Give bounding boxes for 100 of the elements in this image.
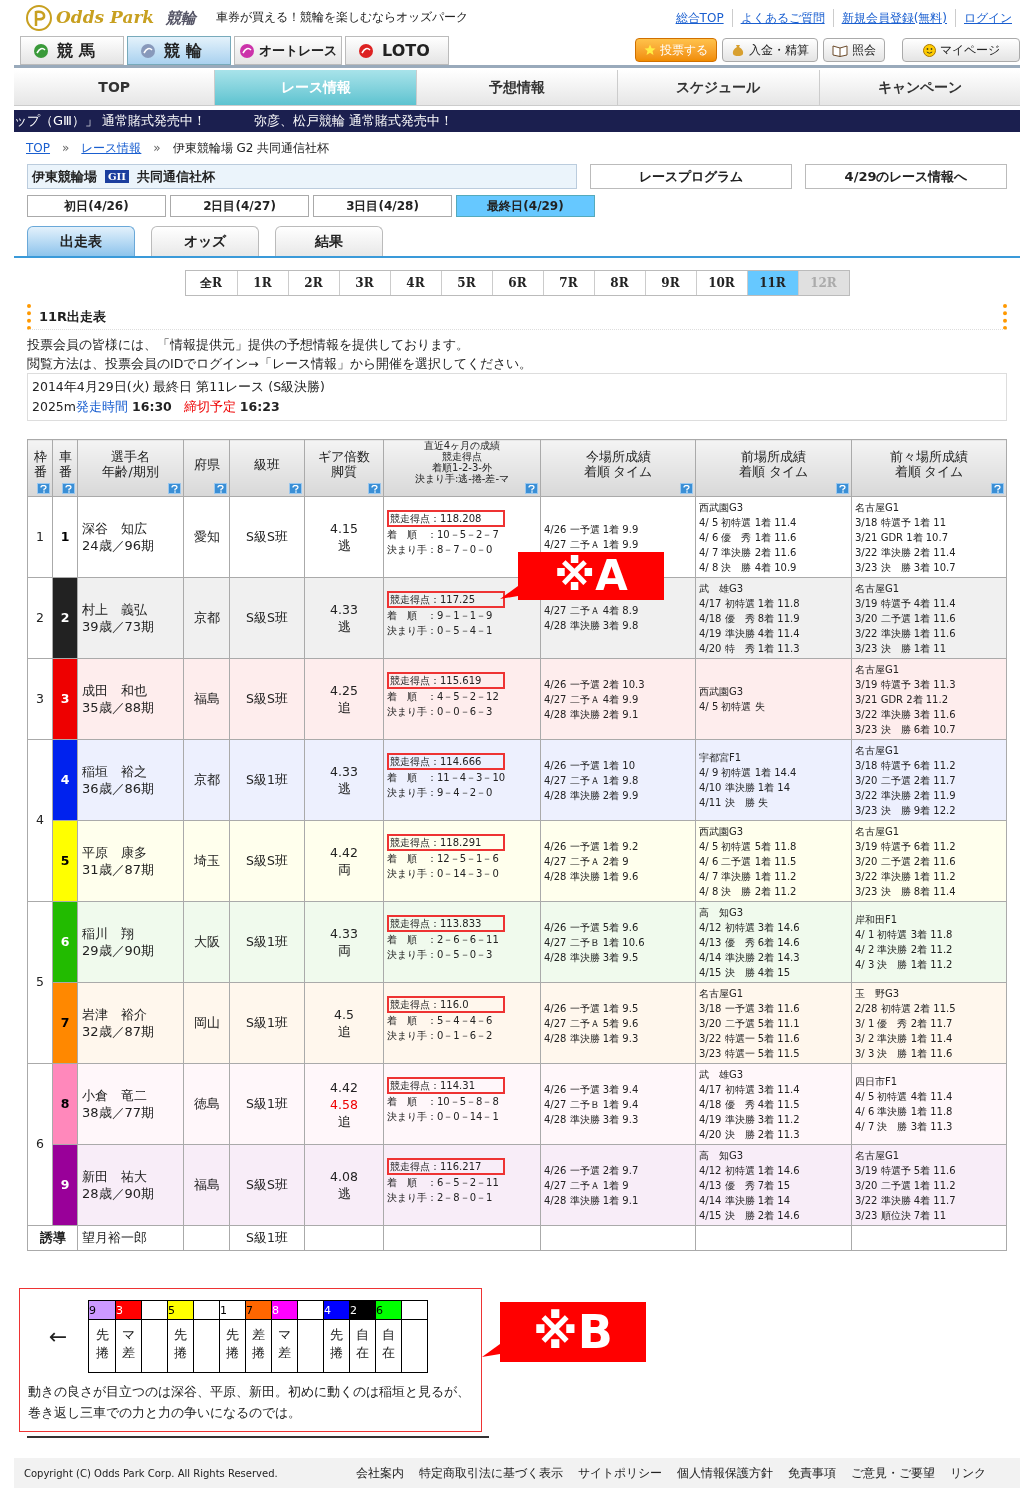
prefecture-cell: 大阪 xyxy=(183,901,230,983)
action-button[interactable]: マイページ xyxy=(902,38,1020,62)
footer-link[interactable]: 特定商取引法に基づく表示 xyxy=(418,1464,563,1482)
help-icon[interactable] xyxy=(680,483,693,494)
frame-number-cell: 3 xyxy=(27,658,53,740)
gear-cell: 4.5 追 xyxy=(304,982,384,1064)
ticker-text: ップ（GⅢ）」 通常賭式発売中！ xyxy=(14,112,207,131)
sport-tab[interactable]: 競 輪 xyxy=(127,36,231,65)
results-cell: 岸和田F1 4/ 1 初特選 3着 11.8 4/ 2 準決勝 2着 11.2 4/ 3 決 勝 1着 11.2 xyxy=(851,901,1007,983)
breadcrumb-separator: » xyxy=(153,140,161,157)
results-cell: 西武園G3 4/ 5 初特選 失 xyxy=(695,658,852,740)
nav-tab[interactable]: キャンペーン xyxy=(818,70,1021,105)
help-icon[interactable] xyxy=(525,483,538,494)
riding-style-text: 差捲 xyxy=(252,1326,265,1363)
help-icon[interactable] xyxy=(168,483,181,494)
class-cell: S級1班 xyxy=(229,1063,305,1145)
header-link[interactable]: よくあるご質問 xyxy=(731,9,833,27)
breadcrumb-link[interactable]: レース情報 xyxy=(81,139,142,157)
car-number-chip: 9 xyxy=(89,1301,115,1320)
nav-tab[interactable]: TOP xyxy=(14,70,215,105)
rider-name-cell: 村上 義弘 39歳／73期 xyxy=(77,577,184,659)
car-number-cell: 7 xyxy=(52,982,78,1064)
prefecture-cell: 京都 xyxy=(183,577,230,659)
riding-style-text: 自在 xyxy=(382,1326,395,1363)
help-icon[interactable] xyxy=(836,483,849,494)
action-button[interactable]: 照会 xyxy=(823,38,885,62)
results-cell: 玉 野G3 2/28 初特選 2着 11.5 3/ 1 優 秀 2着 11.7 3/ 2 準決勝 1着 11.4 3/ 3 決 勝 1着 11.6 xyxy=(851,982,1007,1064)
race-tab[interactable]: 11R xyxy=(746,271,798,295)
results-cell: 宇都宮F1 4/ 9 初特選 1着 14.4 4/10 準決勝 1着 14 4/11 決 勝 失 xyxy=(695,739,852,821)
footer-link[interactable]: 免責事項 xyxy=(787,1464,836,1482)
day-tab[interactable]: 3日目(4/28) xyxy=(313,195,452,217)
nav-tab[interactable]: 予想情報 xyxy=(415,70,618,105)
header-link[interactable]: 新規会員登録(無料) xyxy=(832,9,955,27)
help-icon[interactable] xyxy=(37,483,50,494)
nav-tab[interactable]: スケジュール xyxy=(617,70,819,105)
rider-name-cell: 新田 祐大 28歳／90期 xyxy=(77,1144,184,1226)
help-icon[interactable] xyxy=(368,483,381,494)
footer-link[interactable]: 会社案内 xyxy=(355,1464,404,1482)
callout-pointer-icon xyxy=(482,1344,500,1358)
view-tab[interactable]: 出走表 xyxy=(27,226,135,256)
car-number-chip: 3 xyxy=(116,1301,141,1320)
rider-name-cell: 成田 和也 35歳／88期 xyxy=(77,658,184,740)
help-icon[interactable] xyxy=(62,483,75,494)
car-number-chip: 6 xyxy=(376,1301,401,1320)
logo-subtitle: 競輪 xyxy=(166,7,197,29)
footer-link[interactable]: サイトポリシー xyxy=(577,1464,662,1482)
results-cell: 西武園G3 4/ 5 初特選 5着 11.8 4/ 6 二予選 1着 11.5 4/ 7 準決勝 1着 11.2 4/ 8 決 勝 2着 11.2 xyxy=(695,820,852,902)
car-number-chip: 8 xyxy=(272,1301,297,1320)
results-cell: 名古屋G1 3/19 特選予 5着 11.6 3/20 二予選 1着 11.2 3/22 準決勝 4着 11.7 3/23 順位決 7着 11 xyxy=(851,1144,1007,1226)
frame-number-cell: 1 xyxy=(27,496,53,578)
footer-link[interactable]: 個人情報保護方針 xyxy=(676,1464,773,1482)
car-number-cell: 3 xyxy=(52,658,78,740)
venue-link-button[interactable]: 4/29のレース情報へ xyxy=(805,164,1007,189)
view-tab[interactable]: オッズ xyxy=(151,226,259,256)
recent-record-cell: 競走得点：114.666 着 順 ：11－4－3－10 決まり手：9－4－2－0 xyxy=(383,739,541,821)
column-header: 選手名 年齢/期別 xyxy=(77,439,184,497)
results-cell: 4/26 一予選 2着 10.3 4/27 二予Ａ 4着 9.9 4/28 準決勝 2着 9.1 xyxy=(540,658,696,740)
results-cell: 4/26 一予選 1着 9.2 4/27 二予Ａ 2着 9 4/28 準決勝 1着 9.6 xyxy=(540,820,696,902)
breadcrumb-separator: » xyxy=(62,140,70,157)
header-link[interactable]: ログイン xyxy=(955,9,1020,27)
header-link[interactable]: 総合TOP xyxy=(667,9,732,27)
breadcrumb-current: 伊東競輪場 G2 共同通信社杯 xyxy=(172,140,330,157)
sport-tab[interactable]: オートレース xyxy=(234,36,342,65)
footer-link[interactable]: リンク xyxy=(949,1464,986,1482)
results-cell: 西武園G3 4/ 5 初特選 1着 11.4 4/ 6 優 秀 1着 11.6 4/ 7 準決勝 2着 11.6 4/ 8 決 勝 4着 10.9 xyxy=(695,496,852,578)
view-tab[interactable]: 結果 xyxy=(275,226,383,256)
results-cell: 武 雄G3 4/17 初特選 3着 11.4 4/18 優 秀 4着 11.5 4/19 準決勝 3着 11.2 4/20 決 勝 2着 11.3 xyxy=(695,1063,852,1145)
help-icon[interactable] xyxy=(991,483,1004,494)
sport-tab[interactable]: LOTO xyxy=(345,36,449,65)
day-tab[interactable]: 初日(4/26) xyxy=(27,195,166,217)
riding-style-text: マ差 xyxy=(278,1326,291,1363)
column-header: 前々場所成績 着順 タイム xyxy=(851,439,1007,497)
frame-number-cell: 2 xyxy=(27,577,53,659)
book-icon xyxy=(832,43,848,57)
action-button[interactable]: 入金・精算 xyxy=(722,38,818,62)
help-icon[interactable] xyxy=(214,483,227,494)
venue-link-button[interactable]: レースプログラム xyxy=(590,164,793,189)
riding-style-text: 先捲 xyxy=(174,1326,187,1363)
venue-name: 伊東競輪場 xyxy=(32,167,97,186)
recent-record-cell: 競走得点：116.0 着 順 ：5－4－4－6 決まり手：0－1－6－2 xyxy=(383,982,541,1064)
column-header: 直近4ヶ月の成績 競走得点 着順1-2-3-外 決まり手:逃-捲-差-マ xyxy=(383,439,541,497)
gear-cell: 4.15 逃 xyxy=(304,496,384,578)
day-tab[interactable]: 2日目(4/27) xyxy=(170,195,309,217)
guide-name-cell: 望月裕一郎 xyxy=(77,1225,184,1251)
start-time: 16:30 xyxy=(132,398,172,416)
sport-tab[interactable]: 競 馬 xyxy=(20,36,124,65)
logo-icon xyxy=(26,5,52,31)
recent-record-cell: 競走得点：118.291 着 順 ：12－5－1－6 決まり手：0－14－3－0 xyxy=(383,820,541,902)
breadcrumb-link[interactable]: TOP xyxy=(26,139,50,157)
guide-label-cell: 誘導 xyxy=(27,1225,78,1251)
footer-link[interactable]: ご意見・ご要望 xyxy=(850,1464,935,1482)
rider-name-cell: 小倉 竜二 38歳／77期 xyxy=(77,1063,184,1145)
car-number-cell: 4 xyxy=(52,739,78,821)
day-tab[interactable]: 最終日(4/29) xyxy=(456,195,595,217)
copyright-text: Copyright (C) Odds Park Corp. All Rights Reserved. xyxy=(24,1466,278,1481)
car-number-cell: 5 xyxy=(52,820,78,902)
logo-text: Odds Park xyxy=(56,6,155,30)
deadline-label: 締切予定 xyxy=(183,398,236,416)
help-icon[interactable] xyxy=(289,483,302,494)
car-number-chip: 4 xyxy=(324,1301,349,1320)
